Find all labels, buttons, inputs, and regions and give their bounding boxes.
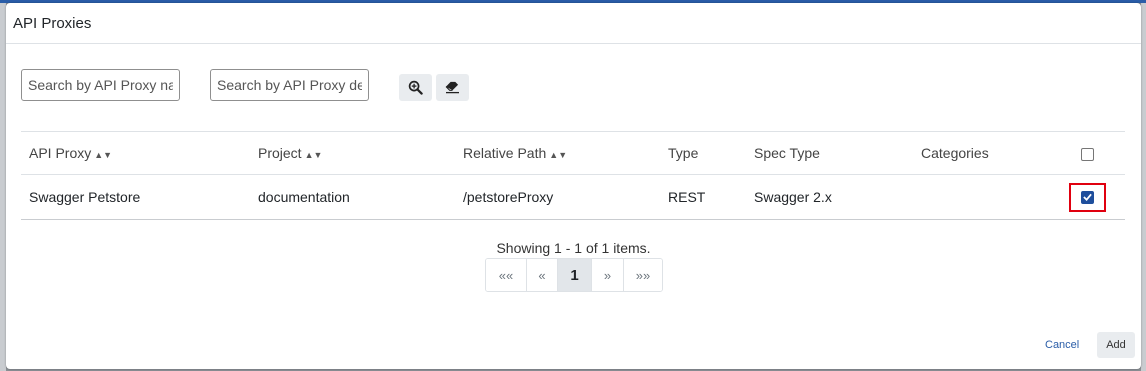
table-row[interactable]: Swagger Petstore documentation /petstore… — [21, 174, 1125, 220]
column-label: Project — [258, 145, 302, 161]
cell-relative-path: /petstoreProxy — [455, 174, 660, 220]
last-page-button[interactable]: »» — [624, 259, 662, 291]
cell-spec-type: Swagger 2.x — [746, 174, 913, 220]
first-page-button[interactable]: «« — [486, 259, 527, 291]
sort-icon: ▲▼ — [94, 150, 113, 160]
column-label: Relative Path — [463, 145, 547, 161]
backdrop-right — [1141, 3, 1146, 371]
column-header-spec-type: Spec Type — [746, 131, 913, 175]
cell-categories — [913, 174, 1049, 220]
api-proxy-table: API Proxy ▲▼ Project ▲▼ Relative Path ▲▼ Ty… — [21, 131, 1125, 220]
select-all-checkbox[interactable] — [1080, 147, 1094, 161]
column-header-relative-path[interactable]: Relative Path ▲▼ — [455, 131, 660, 175]
dialog-title: API Proxies — [13, 14, 92, 32]
sort-icon: ▲▼ — [304, 150, 323, 160]
eraser-icon — [445, 81, 459, 94]
previous-page-button[interactable]: « — [527, 259, 558, 291]
column-label: Categories — [921, 145, 989, 161]
cancel-button[interactable]: Cancel — [1045, 339, 1079, 351]
select-all-cell — [1049, 131, 1125, 175]
column-header-type: Type — [660, 131, 746, 175]
api-proxies-dialog: API Proxies API Proxy▲▼ Pr — [6, 3, 1141, 369]
cell-project: documentation — [250, 174, 455, 220]
column-label: Spec Type — [754, 145, 820, 161]
cell-api-proxy: Swagger Petstore — [21, 174, 250, 220]
pagination-info: Showing 1 - 1 of 1 items. — [496, 240, 651, 256]
sort-icon: ▲▼ — [549, 150, 568, 160]
search-description-input[interactable] — [210, 69, 369, 101]
search-name-input[interactable] — [21, 69, 180, 101]
clear-search-button[interactable] — [436, 74, 469, 101]
highlight-annotation — [1068, 182, 1106, 212]
row-select-checkbox[interactable] — [1080, 190, 1094, 204]
check-icon — [1082, 193, 1092, 201]
add-button[interactable]: Add — [1097, 332, 1135, 358]
cell-type: REST — [660, 174, 746, 220]
pagination: «« « 1 » »» — [485, 258, 663, 292]
search-button[interactable] — [399, 74, 432, 101]
column-header-categories: Categories — [913, 131, 1049, 175]
row-select-cell — [1049, 174, 1125, 220]
column-header-api-proxy[interactable]: API Proxy ▲▼ — [21, 131, 250, 175]
dialog-header: API Proxies — [6, 3, 1141, 44]
column-label: API Proxy — [29, 145, 92, 161]
table-header-row: API Proxy ▲▼ Project ▲▼ Relative Path ▲▼ Ty… — [21, 131, 1125, 175]
magnifier-plus-icon — [408, 80, 423, 95]
page-number-button[interactable]: 1 — [558, 259, 592, 291]
column-label: Type — [668, 145, 699, 161]
column-header-project[interactable]: Project ▲▼ — [250, 131, 455, 175]
next-page-button[interactable]: » — [592, 259, 624, 291]
